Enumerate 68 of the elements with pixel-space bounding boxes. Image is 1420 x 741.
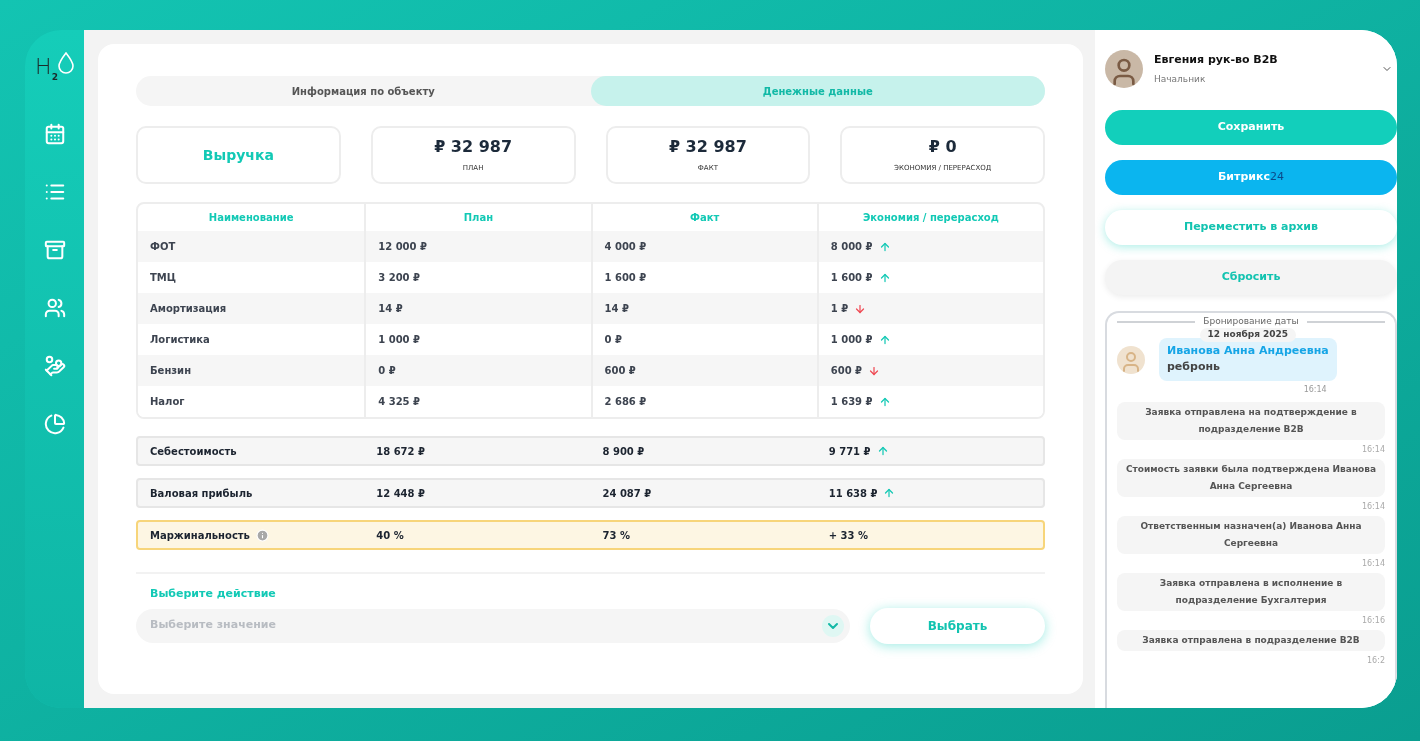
table-cell-text: 8 000 ₽	[830, 240, 873, 254]
table-cell: 2 686 ₽	[590, 386, 817, 417]
event-time: 16:16	[1361, 614, 1385, 627]
row-label: Маржинальность	[150, 528, 250, 543]
column-header: Наименование	[207, 211, 295, 225]
row-label: Валовая прибыль	[150, 486, 253, 501]
table-cell-text: Бензин	[149, 364, 193, 378]
row-value: 9 771 ₽	[828, 444, 871, 459]
tab[interactable]: Денежные данные	[590, 76, 1045, 106]
table-cell-text: 1 ₽	[830, 302, 849, 316]
profile-role: Начальник	[1154, 72, 1207, 86]
row-value: 73 %	[601, 528, 631, 543]
profile-name: Евгения рук-во B2B	[1154, 52, 1279, 68]
message-time: 16:14	[1303, 383, 1327, 396]
tab[interactable]: Информация по объекту	[136, 76, 591, 106]
hand-coin-icon[interactable]	[42, 354, 67, 378]
action-button[interactable]: Битрикс24	[1105, 160, 1397, 195]
select-field[interactable]: Выберите значение	[136, 608, 850, 643]
table-cell: 4 325 ₽	[364, 386, 591, 417]
message-text: ребронь	[1167, 359, 1221, 375]
event-time: 16:2	[1367, 654, 1385, 667]
avatar	[1105, 50, 1143, 88]
choose-button[interactable]: Выбрать	[870, 607, 1045, 644]
water-drop-icon	[57, 52, 74, 74]
event-message: Заявка отправлена на подтверждение в подразделение B2B	[1117, 401, 1385, 440]
event-time: 16:14	[1361, 557, 1385, 570]
table-cell-text: 1 000 ₽	[830, 333, 873, 347]
row-value: 18 672 ₽	[375, 444, 426, 459]
card-amount: ₽ 32 987	[434, 136, 513, 157]
info-icon[interactable]	[255, 528, 269, 542]
action-button[interactable]: Сохранить	[1105, 110, 1397, 145]
date-label: 12 ноября 2025	[1199, 328, 1297, 342]
table-cell-text: 1 639 ₽	[830, 395, 873, 409]
event-message: Заявка отправлена в подразделение B2B	[1117, 629, 1385, 651]
event-time: 16:14	[1361, 443, 1385, 456]
message-author: Иванова Анна Андреевна	[1167, 342, 1329, 359]
pie-chart-icon[interactable]	[42, 412, 67, 436]
event-message: Ответственным назначен(а) Иванова Анна Сергеевна	[1117, 515, 1385, 554]
section-title: Бронирование даты	[1203, 317, 1299, 326]
archive-box-icon[interactable]	[42, 238, 67, 262]
card-amount: ₽ 0	[928, 136, 957, 157]
table-cell-text: Амортизация	[149, 302, 228, 316]
row-value: 8 900 ₽	[601, 444, 646, 459]
profile-card[interactable]: Евгения рук-во B2B Начальник	[1105, 50, 1397, 88]
table-cell-text: 600 ₽	[830, 364, 863, 378]
table-cell-text: 1 600 ₽	[830, 271, 873, 285]
row-value: 12 448 ₽	[375, 486, 426, 501]
event-time: 16:14	[1361, 500, 1385, 513]
avatar	[1117, 346, 1145, 374]
table-cell-text: ФОТ	[149, 240, 177, 254]
card-title: Выручка	[202, 145, 274, 165]
event-message: Заявка отправлена в исполнение в подразделение Бухгалтерия	[1117, 572, 1385, 611]
table-cell-text: Логистика	[149, 333, 211, 347]
row-value: 40 %	[375, 528, 405, 543]
select-placeholder: Выберите значение	[150, 617, 276, 634]
table-cell-text: ТМЦ	[149, 271, 178, 285]
action-button[interactable]: Сбросить	[1105, 260, 1397, 295]
action-label: Выберите действие	[150, 586, 277, 602]
action-button[interactable]: Переместить в архив	[1105, 210, 1397, 245]
users-icon[interactable]	[42, 296, 67, 320]
row-label: Себестоимость	[150, 444, 237, 459]
table-cell-text: Налог	[149, 395, 186, 409]
row-value: 11 638 ₽	[828, 486, 878, 501]
card-amount: ₽ 32 987	[668, 136, 747, 157]
row-value: + 33 %	[828, 528, 869, 543]
event-message: Стоимость заявки была подтверждена Иванова Анна Сергеевна	[1117, 458, 1385, 497]
chevron-down-icon[interactable]	[822, 614, 844, 637]
row-value: 24 087 ₽	[601, 486, 653, 501]
